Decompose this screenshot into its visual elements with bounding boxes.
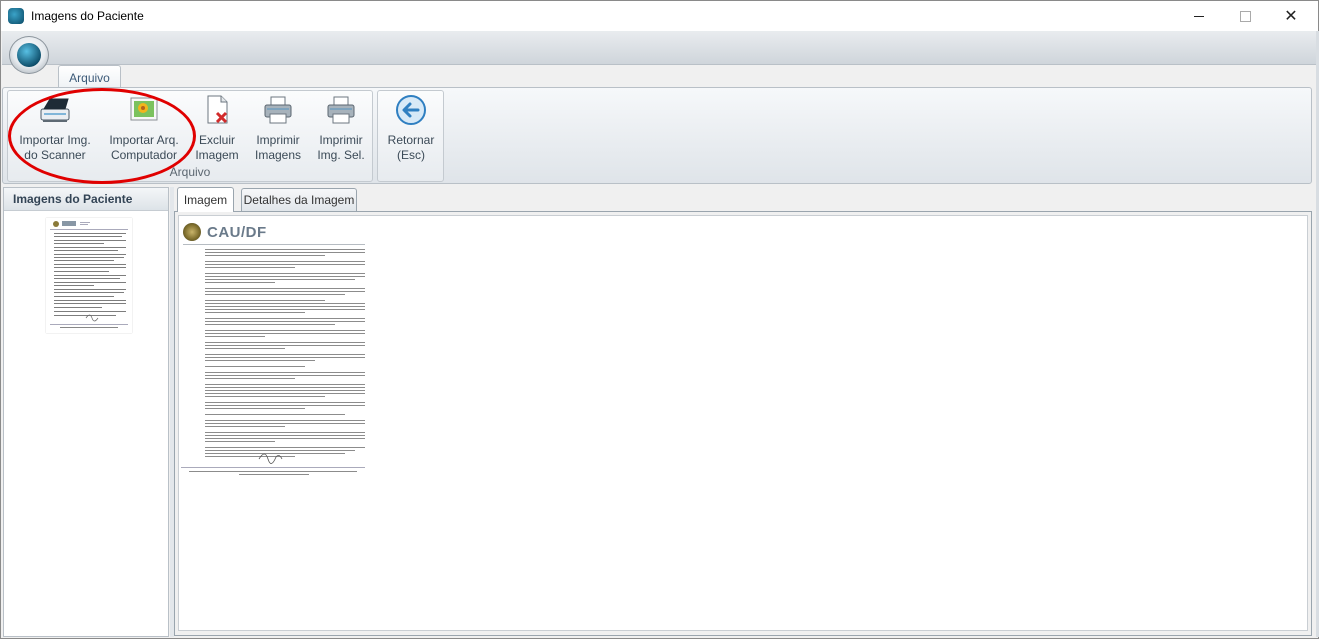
import-computer-label: Importar Arq. Computador bbox=[109, 133, 179, 162]
delete-image-label: Excluir Imagem bbox=[195, 133, 239, 162]
document-image: CAU/DF bbox=[179, 216, 368, 481]
window-title: Imagens do Paciente bbox=[31, 9, 144, 23]
ribbon-tab-arquivo[interactable]: Arquivo bbox=[58, 65, 121, 89]
thumbnail-panel: Imagens do Paciente bbox=[3, 187, 169, 637]
printer-icon bbox=[261, 93, 295, 127]
thumbnail-panel-title: Imagens do Paciente bbox=[4, 188, 168, 211]
scanner-icon bbox=[38, 93, 72, 127]
return-label: Retornar (Esc) bbox=[387, 133, 435, 162]
application-menu-orb[interactable] bbox=[9, 36, 49, 74]
image-thumbnail[interactable] bbox=[46, 218, 132, 333]
app-icon bbox=[8, 8, 24, 24]
tab-image[interactable]: Imagem bbox=[177, 187, 234, 212]
tab-image-details[interactable]: Detalhes da Imagem bbox=[241, 188, 357, 211]
import-scanner-button[interactable]: Importar Img. do Scanner bbox=[15, 93, 95, 169]
image-file-icon bbox=[127, 93, 161, 127]
ribbon-header bbox=[2, 31, 1316, 65]
app-logo-icon bbox=[17, 43, 41, 67]
print-selected-image-button[interactable]: Imprimir Img. Sel. bbox=[313, 93, 369, 169]
application-window: Imagens do Paciente ✕ Arquivo Arquivo Im… bbox=[0, 0, 1319, 639]
close-button[interactable]: ✕ bbox=[1268, 1, 1314, 31]
print-images-label: Imprimir Imagens bbox=[254, 133, 302, 162]
return-button[interactable]: Retornar (Esc) bbox=[381, 93, 441, 169]
thumbnail-document-preview bbox=[50, 221, 128, 328]
back-arrow-icon bbox=[394, 93, 428, 127]
print-images-button[interactable]: Imprimir Imagens bbox=[250, 93, 306, 169]
document-text-body bbox=[181, 249, 365, 475]
import-scanner-label: Importar Img. do Scanner bbox=[19, 133, 91, 162]
delete-image-button[interactable]: Excluir Imagem bbox=[191, 93, 243, 169]
import-computer-file-button[interactable]: Importar Arq. Computador bbox=[103, 93, 185, 169]
maximize-button[interactable] bbox=[1222, 1, 1268, 31]
title-bar: Imagens do Paciente ✕ bbox=[1, 1, 1318, 31]
delete-document-icon bbox=[200, 93, 234, 127]
minimize-button[interactable] bbox=[1176, 1, 1222, 31]
print-selected-label: Imprimir Img. Sel. bbox=[317, 133, 365, 162]
printer-icon bbox=[324, 93, 358, 127]
